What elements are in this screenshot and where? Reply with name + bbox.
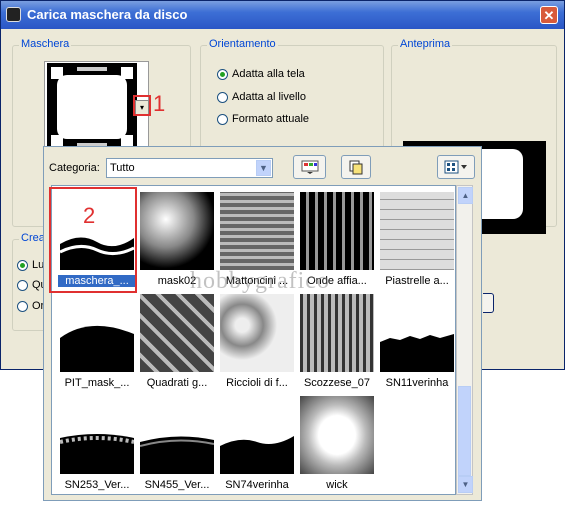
title-bar[interactable]: Carica maschera da disco ✕	[1, 1, 564, 29]
mask-thumbnail	[380, 294, 454, 372]
radio-create-2-circle	[17, 279, 28, 291]
mask-thumbnail	[220, 294, 294, 372]
mask-item[interactable]: SN455_Ver...	[138, 394, 216, 496]
radio-current-size[interactable]: Formato attuale	[217, 113, 309, 125]
close-button[interactable]: ✕	[540, 6, 558, 24]
radio-create-3-circle	[17, 300, 28, 312]
radio-fit-layer[interactable]: Adatta al livello	[217, 91, 306, 103]
mask-item-label: Piastrelle a...	[385, 275, 449, 287]
mask-thumbnail	[300, 294, 374, 372]
radio-create-1-circle	[17, 259, 28, 271]
category-label: Categoria:	[49, 162, 100, 174]
annotation-number-2: 2	[83, 203, 96, 228]
mask-picker-popup: Categoria: Tutto ▼ maschera_... mask02 M…	[43, 146, 482, 501]
mask-thumbnail	[300, 396, 374, 474]
refresh-masks-button[interactable]	[293, 155, 326, 179]
mask-item-label: Quadrati g...	[146, 377, 208, 389]
mask-thumbnail	[380, 192, 454, 270]
gallery-refresh-icon	[301, 160, 318, 175]
scroll-down-icon[interactable]: ▼	[458, 476, 473, 493]
mask-item-label: SN455_Ver...	[144, 479, 210, 491]
mask-thumbnail	[140, 294, 214, 372]
mask-item[interactable]: Scozzese_07	[298, 292, 376, 394]
mask-thumbnail	[60, 294, 134, 372]
mask-thumbnail	[140, 396, 214, 474]
radio-fit-canvas-label: Adatta alla tela	[232, 68, 305, 80]
category-select[interactable]: Tutto ▼	[106, 158, 273, 178]
annotation-box-1	[133, 95, 151, 116]
mask-item-label: SN253_Ver...	[64, 479, 130, 491]
category-value: Tutto	[110, 162, 135, 174]
radio-fit-layer-circle	[217, 91, 228, 103]
mask-thumbnail	[60, 396, 134, 474]
watermark-text: hobbygrafico	[190, 268, 330, 294]
grid-scrollbar[interactable]: ▲ ▼	[456, 185, 473, 495]
radio-fit-layer-label: Adatta al livello	[232, 91, 306, 103]
mask-item-label: Riccioli di f...	[226, 377, 288, 389]
chevron-down-icon[interactable]: ▼	[256, 160, 271, 176]
preview-group-label: Anteprima	[398, 38, 453, 50]
mask-item[interactable]: Riccioli di f...	[218, 292, 296, 394]
mask-group-label: Maschera	[19, 38, 72, 50]
mask-item-label: wick	[326, 479, 348, 491]
mask-thumbnail	[300, 192, 374, 270]
grid-view-icon	[444, 160, 467, 174]
mask-item[interactable]: Piastrelle a...	[378, 190, 456, 292]
app-icon	[6, 7, 21, 22]
radio-create-3[interactable]: Or	[17, 300, 44, 312]
hidden-button-edge[interactable]	[483, 293, 494, 313]
mask-thumbnail	[220, 396, 294, 474]
mask-item[interactable]: SN74verinha	[218, 394, 296, 496]
mask-item-label: Scozzese_07	[303, 377, 371, 389]
copy-folder-icon	[349, 160, 363, 175]
radio-fit-canvas-circle	[217, 68, 228, 80]
mask-item[interactable]: SN253_Ver...	[58, 394, 136, 496]
radio-current-size-circle	[217, 113, 228, 125]
mask-thumbnail	[220, 192, 294, 270]
window-title: Carica maschera da disco	[27, 7, 188, 22]
scroll-up-icon[interactable]: ▲	[458, 187, 473, 204]
radio-create-1[interactable]: Lu	[17, 259, 44, 271]
mask-item-label: SN11verinha	[385, 377, 449, 389]
file-locations-button[interactable]	[341, 155, 371, 179]
scroll-thumb[interactable]	[458, 386, 471, 476]
mask-thumbnail	[140, 192, 214, 270]
orientation-group-label: Orientamento	[207, 38, 278, 50]
mask-item[interactable]: PIT_mask_...	[58, 292, 136, 394]
mask-item[interactable]: Quadrati g...	[138, 292, 216, 394]
annotation-number-1: 1	[153, 91, 166, 116]
radio-fit-canvas[interactable]: Adatta alla tela	[217, 68, 305, 80]
mask-item-label: SN74verinha	[225, 479, 289, 491]
mask-item[interactable]: SN11verinha	[378, 292, 456, 394]
mask-item[interactable]: wick	[298, 394, 376, 496]
radio-current-size-label: Formato attuale	[232, 113, 310, 125]
mask-item-label: PIT_mask_...	[64, 377, 130, 389]
view-options-button[interactable]	[437, 155, 475, 179]
mask-preview-image	[47, 63, 137, 151]
